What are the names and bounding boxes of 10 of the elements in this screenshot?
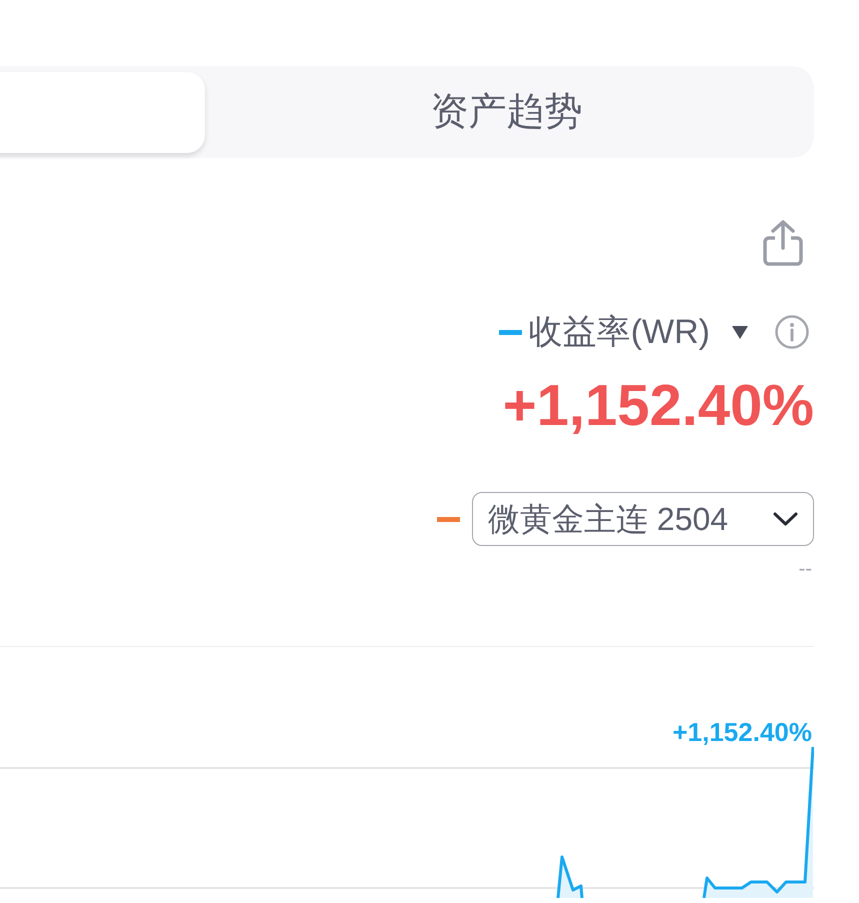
caret-icon (732, 326, 748, 338)
info-icon[interactable] (775, 315, 809, 349)
return-value: +1,152.40% (502, 377, 814, 435)
metric-dropdown[interactable]: 收益率(WR) (528, 315, 748, 349)
chevron-down-icon (773, 512, 798, 526)
share-icon[interactable] (761, 220, 805, 266)
chart-end-label: +1,152.40% (672, 719, 812, 745)
tab[interactable]: 资产趋势 (205, 72, 808, 152)
benchmark-value: -- (798, 559, 812, 579)
benchmark-dropdown[interactable]: 微黄金主连 2504 (472, 492, 814, 546)
